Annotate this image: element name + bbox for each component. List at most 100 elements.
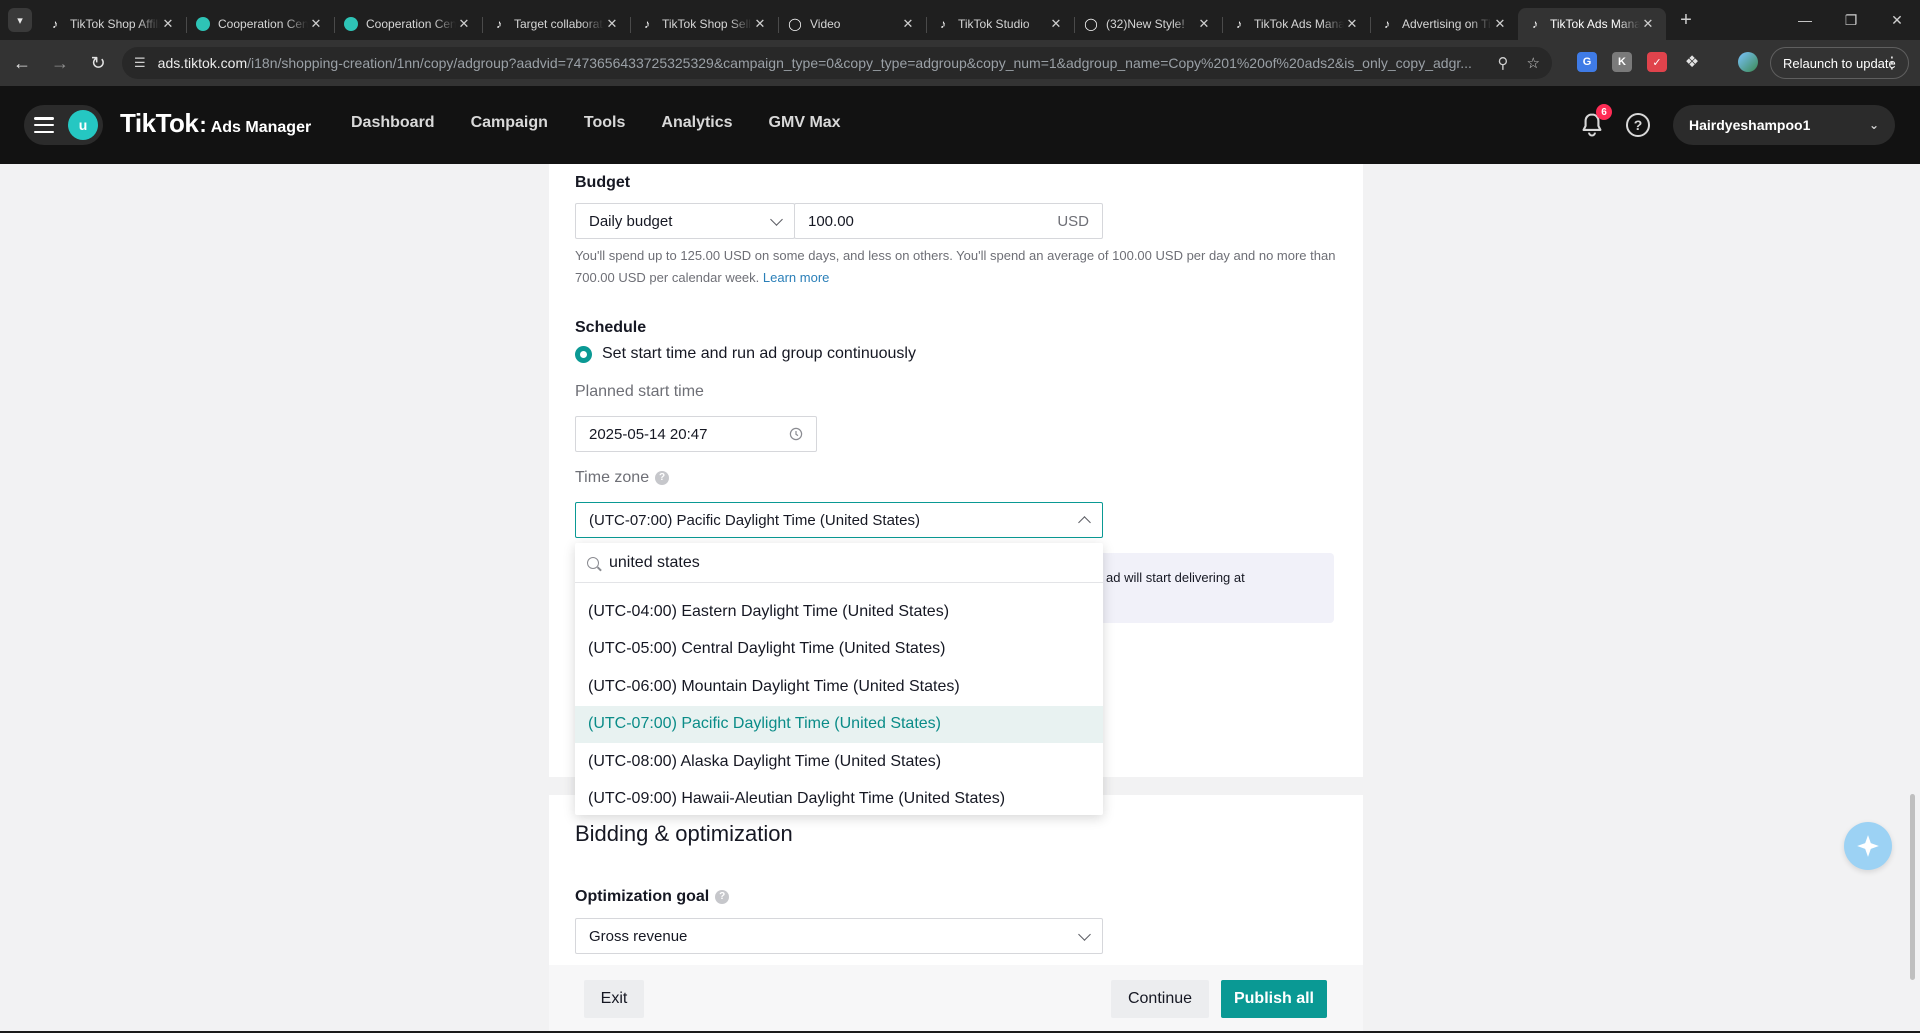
info-icon[interactable]: ? xyxy=(655,470,670,485)
browser-tab-active[interactable]: ♪ TikTok Ads Manager ✕ xyxy=(1518,8,1666,40)
info-icon[interactable]: ? xyxy=(715,889,730,904)
close-icon[interactable]: ✕ xyxy=(160,16,176,32)
schedule-label: Schedule xyxy=(575,319,647,336)
browser-tab[interactable]: ♪ TikTok Shop Affiliate ✕ xyxy=(38,8,186,40)
zoom-icon[interactable]: ⚲ xyxy=(1498,54,1509,72)
url-path: /i18n/shopping-creation/1nn/copy/adgroup… xyxy=(247,55,1472,71)
time-zone-label: Time zone? xyxy=(575,469,670,487)
radio-selected[interactable] xyxy=(575,345,592,363)
browser-toolbar: ← → ↻ ☰ ads.tiktok.com/i18n/shopping-cre… xyxy=(0,40,1920,86)
nav-analytics[interactable]: Analytics xyxy=(661,114,732,132)
reload-icon[interactable]: ↻ xyxy=(82,47,114,79)
budget-help-body: You'll spend up to 125.00 USD on some da… xyxy=(575,248,1336,285)
tab-search-button[interactable]: ▾ xyxy=(8,8,32,32)
minimize-icon[interactable]: — xyxy=(1782,0,1828,40)
continue-button[interactable]: Continue xyxy=(1111,980,1209,1018)
tiktok-icon: ♪ xyxy=(496,17,502,31)
budget-help-text: You'll spend up to 125.00 USD on some da… xyxy=(575,245,1341,289)
tab-title: (32)New Style! xyxy=(1106,17,1185,31)
browser-tab[interactable]: Cooperation Center ✕ xyxy=(186,8,334,40)
time-zone-option[interactable]: (UTC-08:00) Alaska Daylight Time (United… xyxy=(575,743,1103,781)
hamburger-icon xyxy=(34,117,54,133)
account-name: Hairdyeshampoo1 xyxy=(1689,117,1811,133)
clock-icon xyxy=(789,427,803,441)
new-tab-button[interactable]: + xyxy=(1672,6,1700,34)
red-extension-icon[interactable]: ✓ xyxy=(1647,52,1667,72)
close-icon[interactable]: ✕ xyxy=(604,16,620,32)
browser-tab[interactable]: ♪ TikTok Shop Seller ✕ xyxy=(630,8,778,40)
close-icon[interactable]: ✕ xyxy=(1344,16,1360,32)
browser-tab[interactable]: ◯ (32)New Style! ✕ xyxy=(1074,8,1222,40)
time-zone-option[interactable]: (UTC-06:00) Mountain Daylight Time (Unit… xyxy=(575,668,1103,706)
url-text[interactable]: ads.tiktok.com/i18n/shopping-creation/1n… xyxy=(158,55,1480,71)
tab-title: TikTok Shop Seller xyxy=(662,17,752,31)
help-icon[interactable]: ? xyxy=(1626,113,1650,137)
forward-icon[interactable]: → xyxy=(44,47,76,79)
time-zone-label-text: Time zone xyxy=(575,469,650,486)
time-zone-select[interactable]: (UTC-07:00) Pacific Daylight Time (Unite… xyxy=(575,502,1103,538)
close-icon[interactable]: ✕ xyxy=(308,16,324,32)
learn-more-link[interactable]: Learn more xyxy=(763,270,829,285)
tiktok-ads-logo[interactable]: TikTok : Ads Manager xyxy=(120,108,311,139)
account-switcher[interactable]: Hairdyeshampoo1 ⌄ xyxy=(1673,105,1895,145)
nav-tools[interactable]: Tools xyxy=(584,114,625,132)
close-window-icon[interactable]: ✕ xyxy=(1874,0,1920,40)
optimization-goal-select[interactable]: Gross revenue xyxy=(575,918,1103,954)
budget-type-select[interactable]: Daily budget xyxy=(575,203,795,239)
start-time-input[interactable]: 2025-05-14 20:47 xyxy=(575,416,817,452)
browser-tab[interactable]: ♪ Advertising on TikTok ✕ xyxy=(1370,8,1518,40)
address-bar[interactable]: ☰ ads.tiktok.com/i18n/shopping-creation/… xyxy=(122,47,1552,79)
close-icon[interactable]: ✕ xyxy=(1640,16,1656,32)
time-zone-option[interactable]: (UTC-05:00) Central Daylight Time (Unite… xyxy=(575,631,1103,669)
time-zone-option[interactable]: (UTC-04:00) Eastern Daylight Time (Unite… xyxy=(575,593,1103,631)
time-zone-option[interactable]: (UTC-09:00) Hawaii-Aleutian Daylight Tim… xyxy=(575,781,1103,816)
ai-assistant-sparkle-icon[interactable] xyxy=(1844,822,1892,870)
budget-label: Budget xyxy=(575,174,631,191)
tiktok-icon: ♪ xyxy=(52,17,58,31)
translate-extension-icon[interactable]: G xyxy=(1577,52,1597,72)
close-icon[interactable]: ✕ xyxy=(900,16,916,32)
chevron-down-icon xyxy=(1078,927,1091,941)
close-icon[interactable]: ✕ xyxy=(1048,16,1064,32)
browser-tab[interactable]: ♪ Target collaboration ✕ xyxy=(482,8,630,40)
brand-sub: Ads Manager xyxy=(210,119,312,136)
time-zone-search-input[interactable]: united states xyxy=(575,543,1103,583)
tab-title: Advertising on TikTok xyxy=(1402,17,1492,31)
bidding-section-title: Bidding & optimization xyxy=(575,821,793,846)
budget-amount-input[interactable]: 100.00 USD xyxy=(794,203,1103,239)
restore-icon[interactable]: ❐ xyxy=(1828,0,1874,40)
browser-tab[interactable]: ◯ Video ✕ xyxy=(778,8,926,40)
nav-campaign[interactable]: Campaign xyxy=(471,114,548,132)
close-icon[interactable]: ✕ xyxy=(1196,16,1212,32)
profile-avatar-icon[interactable] xyxy=(1738,52,1758,72)
k-extension-icon[interactable]: K xyxy=(1612,52,1632,72)
schedule-option-continuous[interactable]: Set start time and run ad group continuo… xyxy=(575,345,916,363)
time-zone-option-selected[interactable]: (UTC-07:00) Pacific Daylight Time (Unite… xyxy=(575,705,1103,743)
close-icon[interactable]: ✕ xyxy=(456,16,472,32)
close-icon[interactable]: ✕ xyxy=(1492,16,1508,32)
extensions-puzzle-icon[interactable]: ❖ xyxy=(1682,52,1702,72)
schedule-notice xyxy=(1090,553,1334,623)
nav-dashboard[interactable]: Dashboard xyxy=(351,114,435,132)
publish-all-button[interactable]: Publish all xyxy=(1221,980,1327,1018)
browser-tab[interactable]: Cooperation Center ✕ xyxy=(334,8,482,40)
tiktok-ads-icon: ♪ xyxy=(1384,17,1390,31)
advertiser-avatar: u xyxy=(68,110,98,140)
page-scrollbar[interactable] xyxy=(1910,794,1915,980)
site-settings-icon[interactable]: ☰ xyxy=(134,55,146,71)
browser-tab[interactable]: ♪ TikTok Ads Manager ✕ xyxy=(1222,8,1370,40)
tab-title: Cooperation Center xyxy=(366,17,456,31)
exit-button[interactable]: Exit xyxy=(584,980,644,1018)
bookmark-star-icon[interactable]: ☆ xyxy=(1527,54,1540,72)
main-menu-button[interactable]: u xyxy=(24,105,103,145)
tab-title: TikTok Ads Manager xyxy=(1254,17,1344,31)
cooperation-icon xyxy=(196,17,210,31)
more-vertical-icon[interactable]: ⋮ xyxy=(1884,53,1900,73)
close-icon[interactable]: ✕ xyxy=(752,16,768,32)
browser-tab-strip: ▾ ♪ TikTok Shop Affiliate ✕ Cooperation … xyxy=(0,0,1920,40)
browser-tab[interactable]: ♪ TikTok Studio ✕ xyxy=(926,8,1074,40)
brand-name: TikTok xyxy=(120,108,199,138)
tab-title: TikTok Studio xyxy=(958,17,1030,31)
nav-gmv-max[interactable]: GMV Max xyxy=(769,114,841,132)
back-icon[interactable]: ← xyxy=(6,47,38,79)
